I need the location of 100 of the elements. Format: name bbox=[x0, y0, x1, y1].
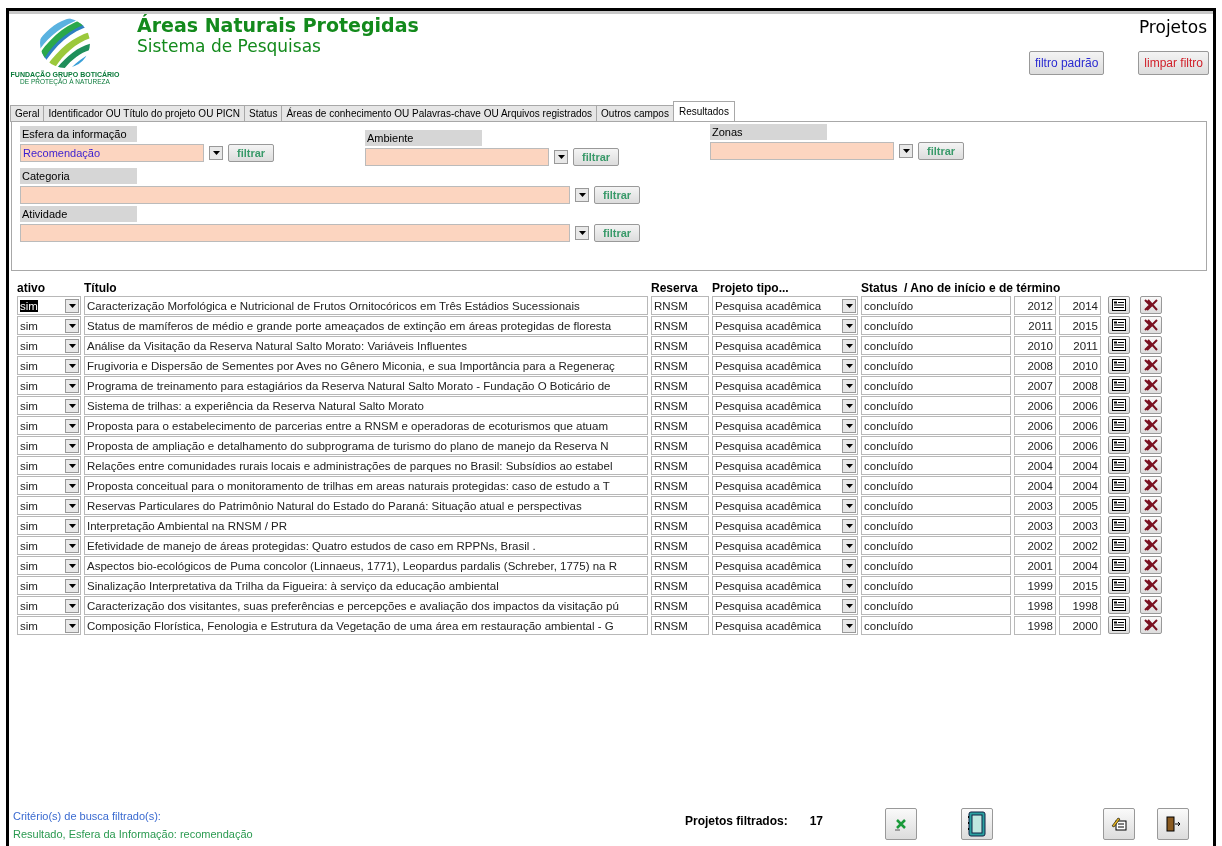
dropdown-button[interactable] bbox=[842, 578, 856, 593]
delete-button[interactable] bbox=[1140, 336, 1162, 354]
type-dropdown[interactable]: Pesquisa acadêmica bbox=[712, 496, 858, 515]
dropdown-button[interactable] bbox=[65, 418, 79, 433]
type-dropdown[interactable]: Pesquisa acadêmica bbox=[712, 316, 858, 335]
active-dropdown[interactable]: sim bbox=[17, 356, 81, 375]
delete-button[interactable] bbox=[1140, 416, 1162, 434]
open-form-button[interactable] bbox=[1108, 316, 1130, 334]
dropdown-button[interactable] bbox=[842, 298, 856, 313]
type-dropdown[interactable]: Pesquisa acadêmica bbox=[712, 436, 858, 455]
edit-form-button[interactable] bbox=[1103, 808, 1135, 840]
delete-button[interactable] bbox=[1140, 576, 1162, 594]
dropdown-button[interactable] bbox=[65, 518, 79, 533]
dropdown-button[interactable] bbox=[842, 358, 856, 373]
dropdown-button[interactable] bbox=[842, 318, 856, 333]
dropdown-button[interactable] bbox=[842, 338, 856, 353]
active-dropdown[interactable]: sim bbox=[17, 396, 81, 415]
dropdown-button[interactable] bbox=[65, 438, 79, 453]
type-dropdown[interactable]: Pesquisa acadêmica bbox=[712, 516, 858, 535]
notebook-button[interactable] bbox=[961, 808, 993, 840]
type-dropdown[interactable]: Pesquisa acadêmica bbox=[712, 376, 858, 395]
open-form-button[interactable] bbox=[1108, 616, 1130, 634]
dropdown-button[interactable] bbox=[65, 338, 79, 353]
dropdown-button[interactable] bbox=[65, 598, 79, 613]
dropdown-button[interactable] bbox=[65, 618, 79, 633]
dropdown-button[interactable] bbox=[842, 518, 856, 533]
dropdown-button[interactable] bbox=[65, 398, 79, 413]
dropdown-button[interactable] bbox=[65, 358, 79, 373]
dropdown-button[interactable] bbox=[65, 538, 79, 553]
type-dropdown[interactable]: Pesquisa acadêmica bbox=[712, 456, 858, 475]
delete-button[interactable] bbox=[1140, 616, 1162, 634]
type-dropdown[interactable]: Pesquisa acadêmica bbox=[712, 396, 858, 415]
filter-dropdown[interactable]: Recomendação bbox=[20, 144, 204, 162]
dropdown-button[interactable] bbox=[842, 418, 856, 433]
dropdown-button[interactable] bbox=[65, 458, 79, 473]
active-dropdown[interactable]: sim bbox=[17, 596, 81, 615]
active-dropdown[interactable]: sim bbox=[17, 336, 81, 355]
delete-button[interactable] bbox=[1140, 516, 1162, 534]
open-form-button[interactable] bbox=[1108, 476, 1130, 494]
dropdown-button[interactable] bbox=[842, 558, 856, 573]
delete-button[interactable] bbox=[1140, 556, 1162, 574]
delete-button[interactable] bbox=[1140, 316, 1162, 334]
dropdown-button[interactable] bbox=[575, 226, 589, 240]
dropdown-button[interactable] bbox=[65, 498, 79, 513]
excel-export-button[interactable] bbox=[885, 808, 917, 840]
delete-button[interactable] bbox=[1140, 496, 1162, 514]
dropdown-button[interactable] bbox=[65, 318, 79, 333]
active-dropdown[interactable]: sim bbox=[17, 376, 81, 395]
open-form-button[interactable] bbox=[1108, 496, 1130, 514]
dropdown-button[interactable] bbox=[842, 478, 856, 493]
dropdown-button[interactable] bbox=[65, 298, 79, 313]
active-dropdown[interactable]: sim bbox=[17, 416, 81, 435]
open-form-button[interactable] bbox=[1108, 436, 1130, 454]
active-dropdown[interactable]: sim bbox=[17, 576, 81, 595]
delete-button[interactable] bbox=[1140, 396, 1162, 414]
exit-button[interactable] bbox=[1157, 808, 1189, 840]
dropdown-button[interactable] bbox=[842, 618, 856, 633]
type-dropdown[interactable]: Pesquisa acadêmica bbox=[712, 476, 858, 495]
type-dropdown[interactable]: Pesquisa acadêmica bbox=[712, 336, 858, 355]
dropdown-button[interactable] bbox=[65, 578, 79, 593]
active-dropdown[interactable]: sim bbox=[17, 556, 81, 575]
open-form-button[interactable] bbox=[1108, 576, 1130, 594]
dropdown-button[interactable] bbox=[899, 144, 913, 158]
dropdown-button[interactable] bbox=[575, 188, 589, 202]
type-dropdown[interactable]: Pesquisa acadêmica bbox=[712, 416, 858, 435]
open-form-button[interactable] bbox=[1108, 416, 1130, 434]
active-dropdown[interactable]: sim bbox=[17, 476, 81, 495]
type-dropdown[interactable]: Pesquisa acadêmica bbox=[712, 596, 858, 615]
open-form-button[interactable] bbox=[1108, 516, 1130, 534]
type-dropdown[interactable]: Pesquisa acadêmica bbox=[712, 576, 858, 595]
active-dropdown[interactable]: sim bbox=[17, 616, 81, 635]
active-dropdown[interactable]: sim bbox=[17, 496, 81, 515]
type-dropdown[interactable]: Pesquisa acadêmica bbox=[712, 356, 858, 375]
open-form-button[interactable] bbox=[1108, 536, 1130, 554]
delete-button[interactable] bbox=[1140, 436, 1162, 454]
open-form-button[interactable] bbox=[1108, 356, 1130, 374]
dropdown-button[interactable] bbox=[65, 558, 79, 573]
open-form-button[interactable] bbox=[1108, 296, 1130, 314]
open-form-button[interactable] bbox=[1108, 596, 1130, 614]
delete-button[interactable] bbox=[1140, 356, 1162, 374]
delete-button[interactable] bbox=[1140, 456, 1162, 474]
dropdown-button[interactable] bbox=[65, 378, 79, 393]
open-form-button[interactable] bbox=[1108, 336, 1130, 354]
delete-button[interactable] bbox=[1140, 296, 1162, 314]
open-form-button[interactable] bbox=[1108, 376, 1130, 394]
type-dropdown[interactable]: Pesquisa acadêmica bbox=[712, 616, 858, 635]
open-form-button[interactable] bbox=[1108, 396, 1130, 414]
type-dropdown[interactable]: Pesquisa acadêmica bbox=[712, 296, 858, 315]
dropdown-button[interactable] bbox=[842, 498, 856, 513]
dropdown-button[interactable] bbox=[209, 146, 223, 160]
active-dropdown[interactable]: sim bbox=[17, 436, 81, 455]
type-dropdown[interactable]: Pesquisa acadêmica bbox=[712, 556, 858, 575]
type-dropdown[interactable]: Pesquisa acadêmica bbox=[712, 536, 858, 555]
dropdown-button[interactable] bbox=[842, 458, 856, 473]
delete-button[interactable] bbox=[1140, 476, 1162, 494]
open-form-button[interactable] bbox=[1108, 456, 1130, 474]
delete-button[interactable] bbox=[1140, 596, 1162, 614]
active-dropdown[interactable]: sim bbox=[17, 516, 81, 535]
dropdown-button[interactable] bbox=[842, 378, 856, 393]
delete-button[interactable] bbox=[1140, 376, 1162, 394]
